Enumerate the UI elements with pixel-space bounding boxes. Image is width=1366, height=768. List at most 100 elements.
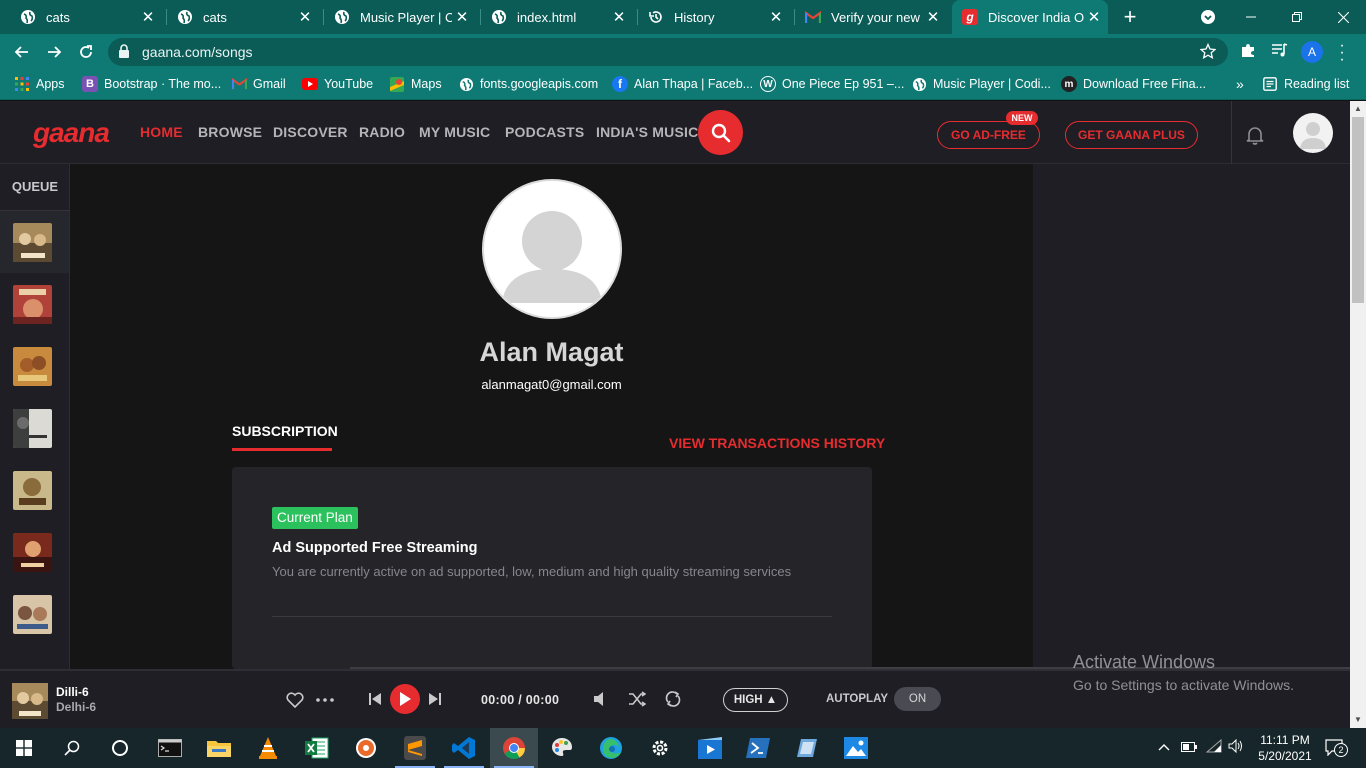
notifications-bell-icon[interactable]: [1245, 125, 1265, 150]
queue-item-artwork[interactable]: [13, 223, 52, 262]
close-tab-icon[interactable]: ✕: [138, 8, 158, 26]
nav-radio[interactable]: RADIO: [359, 124, 405, 140]
quality-selector[interactable]: HIGH ▲: [723, 688, 788, 712]
restore-button[interactable]: [1274, 0, 1320, 34]
address-bar[interactable]: gaana.com/songs: [108, 38, 1228, 66]
tab-search-button[interactable]: [1185, 0, 1231, 34]
taskbar-vlc[interactable]: [244, 728, 292, 768]
bookmark-fonts[interactable]: fonts.googleapis.com: [458, 76, 598, 92]
profile-avatar-button[interactable]: A: [1301, 41, 1323, 63]
volume-icon[interactable]: [590, 688, 612, 710]
browser-tab[interactable]: Verify your new A ✕: [795, 0, 947, 34]
get-gaana-plus-button[interactable]: GET GAANA PLUS: [1065, 121, 1198, 149]
queue-item-artwork[interactable]: [13, 533, 52, 572]
battery-icon[interactable]: [1181, 741, 1197, 755]
bookmark-download[interactable]: m Download Free Fina...: [1061, 76, 1206, 92]
close-tab-icon[interactable]: ✕: [766, 8, 786, 26]
speaker-icon[interactable]: [1228, 738, 1244, 756]
previous-track-icon[interactable]: [365, 689, 385, 709]
taskbar-settings[interactable]: [636, 728, 684, 768]
taskbar-sublime-text[interactable]: [391, 728, 439, 768]
bookmark-musicplayer[interactable]: Music Player | Codi...: [911, 76, 1051, 92]
nav-podcasts[interactable]: PODCASTS: [505, 124, 584, 140]
more-options-icon[interactable]: [314, 689, 336, 711]
profile-picture[interactable]: [482, 179, 622, 319]
bookmark-onepiece[interactable]: W One Piece Ep 951 –...: [760, 76, 904, 92]
more-menu-icon[interactable]: · · ·: [1337, 38, 1347, 68]
user-avatar-button[interactable]: [1293, 113, 1333, 153]
bookmark-maps[interactable]: Maps: [389, 76, 442, 92]
close-tab-icon[interactable]: ✕: [295, 8, 315, 26]
taskbar-excel[interactable]: [293, 728, 341, 768]
nav-home[interactable]: HOME: [140, 124, 183, 140]
taskbar-media-player[interactable]: [342, 728, 390, 768]
queue-item-artwork[interactable]: [13, 595, 52, 634]
taskbar-file-explorer[interactable]: [195, 728, 243, 768]
start-button[interactable]: [0, 728, 48, 768]
taskbar-terminal[interactable]: [146, 728, 194, 768]
browser-tab[interactable]: cats ✕: [10, 0, 162, 34]
browser-tab[interactable]: index.html ✕: [481, 0, 633, 34]
window-close-button[interactable]: [1320, 0, 1366, 34]
nav-browse[interactable]: BROWSE: [198, 124, 262, 140]
scrollbar-thumb[interactable]: [1352, 117, 1364, 303]
extensions-puzzle-icon[interactable]: [1240, 42, 1256, 63]
repeat-icon[interactable]: [662, 688, 684, 710]
tab-subscription[interactable]: SUBSCRIPTION: [232, 423, 338, 439]
heart-icon[interactable]: [284, 689, 306, 711]
bookmark-gmail[interactable]: Gmail: [231, 76, 286, 92]
action-center-button[interactable]: 2: [1325, 738, 1348, 759]
reload-button[interactable]: [72, 38, 100, 66]
gaana-logo[interactable]: gaana: [33, 117, 110, 149]
nav-indias-music[interactable]: INDIA'S MUSIC: [596, 124, 698, 140]
nav-discover[interactable]: DISCOVER: [273, 124, 348, 140]
taskbar-app-installer[interactable]: [783, 728, 831, 768]
bookmark-bootstrap[interactable]: B Bootstrap · The mo...: [82, 76, 221, 92]
taskbar-chrome[interactable]: [490, 728, 538, 768]
now-playing-artwork[interactable]: [12, 683, 48, 719]
nav-my-music[interactable]: MY MUSIC: [419, 124, 490, 140]
minimize-button[interactable]: [1228, 0, 1274, 34]
browser-tab-active[interactable]: g Discover India On ✕: [952, 0, 1108, 34]
taskbar-movies[interactable]: [686, 728, 734, 768]
play-button[interactable]: [390, 684, 420, 714]
queue-item-artwork[interactable]: [13, 471, 52, 510]
wifi-icon[interactable]: [1205, 738, 1222, 756]
queue-item-artwork[interactable]: [13, 347, 52, 386]
browser-tab[interactable]: Music Player | Co ✕: [324, 0, 476, 34]
media-queue-icon[interactable]: [1271, 42, 1288, 63]
taskbar-search-button[interactable]: [48, 728, 96, 768]
search-button[interactable]: [698, 110, 743, 155]
taskbar-powershell[interactable]: [734, 728, 782, 768]
cortana-button[interactable]: [96, 728, 144, 768]
close-tab-icon[interactable]: ✕: [452, 8, 472, 26]
now-playing-album[interactable]: Delhi-6: [56, 700, 96, 714]
now-playing-title[interactable]: Dilli-6: [56, 685, 89, 699]
bookmarks-overflow-button[interactable]: »: [1236, 76, 1244, 92]
bookmark-apps[interactable]: Apps: [14, 76, 65, 92]
next-track-icon[interactable]: [425, 689, 445, 709]
new-tab-button[interactable]: +: [1118, 4, 1142, 30]
browser-tab[interactable]: History ✕: [638, 0, 790, 34]
forward-button[interactable]: [40, 38, 68, 66]
close-tab-icon[interactable]: ✕: [923, 8, 943, 26]
bookmark-facebook[interactable]: f Alan Thapa | Faceb...: [612, 76, 753, 92]
bookmark-star-icon[interactable]: [1199, 42, 1217, 64]
reading-list-button[interactable]: Reading list: [1262, 76, 1349, 92]
taskbar-paint[interactable]: [538, 728, 586, 768]
back-button[interactable]: [8, 38, 36, 66]
taskbar-edge[interactable]: [587, 728, 635, 768]
queue-item-artwork[interactable]: [13, 285, 52, 324]
taskbar-photos[interactable]: [832, 728, 880, 768]
view-transactions-link[interactable]: VIEW TRANSACTIONS HISTORY: [669, 435, 885, 451]
queue-item-artwork[interactable]: [13, 409, 52, 448]
show-hidden-icons-icon[interactable]: [1158, 740, 1170, 754]
system-clock[interactable]: 11:11 PM 5/20/2021: [1252, 732, 1318, 764]
scroll-up-arrow-icon[interactable]: ▲: [1350, 101, 1366, 117]
browser-tab[interactable]: cats ✕: [167, 0, 319, 34]
autoplay-toggle[interactable]: ON: [894, 687, 941, 711]
go-ad-free-button[interactable]: GO AD-FREE: [937, 121, 1040, 149]
taskbar-vscode[interactable]: [440, 728, 488, 768]
bookmark-youtube[interactable]: YouTube: [302, 76, 373, 92]
shuffle-icon[interactable]: [626, 688, 648, 710]
